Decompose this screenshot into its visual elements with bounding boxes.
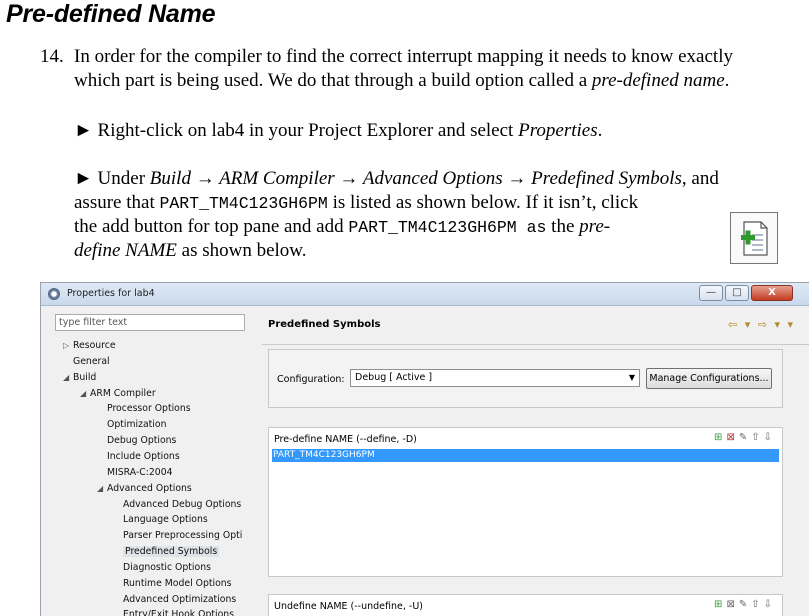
tree-item[interactable]: Advanced Optimizations: [123, 592, 236, 608]
tree-item-label: General: [73, 355, 110, 367]
edit-icon[interactable]: ✎: [739, 432, 751, 443]
tree-item[interactable]: ◢ Advanced Options: [97, 481, 192, 497]
manage-configurations-button[interactable]: Manage Configurations...: [646, 368, 772, 389]
tree-item-label: ARM Compiler: [90, 387, 156, 399]
tree-item-label: MISRA-C:2004: [107, 466, 173, 478]
close-button[interactable]: X: [751, 285, 793, 301]
tree-item-label: Entry/Exit Hook Options: [123, 609, 235, 616]
tree-item-label: Advanced Debug Options: [123, 498, 242, 510]
tree-item[interactable]: Parser Preprocessing Opti: [123, 528, 242, 544]
tree-item[interactable]: Include Options: [107, 449, 180, 465]
configuration-label: Configuration:: [277, 374, 345, 385]
configuration-value: Debug [ Active ]: [355, 372, 433, 383]
add-icon[interactable]: ⊞: [714, 432, 726, 443]
undefine-label: Undefine NAME (--undefine, -U): [274, 601, 423, 612]
filter-input[interactable]: type filter text: [55, 314, 245, 331]
tree-item-label: Resource: [73, 340, 116, 351]
edit-icon[interactable]: ✎: [739, 599, 751, 610]
maximize-button[interactable]: □: [725, 285, 749, 301]
tree-item-label: Optimization: [107, 419, 167, 431]
tree-item[interactable]: Advanced Debug Options: [123, 497, 241, 513]
tree-item-label: Build: [73, 371, 97, 383]
dialog-titlebar[interactable]: Properties for lab4 — □ X: [41, 283, 809, 306]
bullet-under-build-line-2: assure that PART_TM4C123GH6PM is listed …: [74, 192, 639, 213]
tree-item-label: Debug Options: [107, 435, 177, 447]
tree-item-label: Predefined Symbols: [123, 546, 220, 558]
tree-item[interactable]: General: [73, 354, 110, 370]
predefine-label: Pre-define NAME (--define, -D): [274, 434, 417, 445]
list-item[interactable]: PART_TM4C123GH6PM: [272, 449, 779, 462]
tree-item-label: Runtime Model Options: [123, 577, 232, 589]
tree-item[interactable]: MISRA-C:2004: [107, 465, 173, 481]
properties-dialog: Properties for lab4 — □ X type filter te…: [40, 282, 809, 616]
bullet-under-build-line-4: define NAME as shown below.: [74, 240, 307, 261]
tree-item-label: Advanced Options: [107, 482, 192, 494]
collapse-arrow-icon[interactable]: ◢: [63, 370, 73, 386]
tree-item-label: Include Options: [107, 450, 180, 462]
paragraph-line-1: In order for the compiler to find the co…: [74, 46, 733, 67]
predefine-panel: Pre-define NAME (--define, -D) ⊞⊠✎⇧⇩ PAR…: [268, 427, 783, 577]
delete-icon[interactable]: ⊠: [726, 599, 738, 610]
bullet-right-click: ► Right-click on lab4 in your Project Ex…: [74, 120, 603, 141]
tree-item-label: Parser Preprocessing Opti: [123, 530, 243, 542]
configuration-group: Configuration: Debug [ Active ] ▼ Manage…: [268, 349, 783, 408]
tree-item[interactable]: Entry/Exit Hook Options: [123, 607, 234, 616]
tree-item[interactable]: Processor Options: [107, 401, 191, 417]
add-document-icon: [730, 212, 778, 264]
configuration-select[interactable]: Debug [ Active ] ▼: [350, 369, 640, 387]
tree-item-label: Advanced Optimizations: [123, 593, 237, 605]
step-number: 14.: [40, 46, 64, 67]
minimize-button[interactable]: —: [699, 285, 723, 301]
properties-gear-icon: [48, 288, 60, 300]
move-up-icon[interactable]: ⇧: [751, 432, 763, 443]
section-heading: Pre-defined Name: [6, 0, 216, 28]
tree-item[interactable]: ◢ ARM Compiler: [80, 386, 156, 402]
divider: [262, 344, 809, 345]
chevron-down-icon: ▼: [628, 373, 635, 382]
tree-item[interactable]: ▷ Resource: [63, 338, 116, 354]
property-page: Predefined Symbols ⇦ ▾ ⇨ ▾ ▾ Configurati…: [262, 309, 809, 616]
predefine-toolbar: ⊞⊠✎⇧⇩: [714, 432, 776, 443]
page-title: Predefined Symbols: [268, 319, 381, 330]
tree-item-label: Diagnostic Options: [123, 561, 211, 573]
tree-item[interactable]: ◢ Build: [63, 370, 96, 386]
tree-item[interactable]: Runtime Model Options: [123, 576, 232, 592]
collapse-arrow-icon[interactable]: ◢: [97, 481, 107, 497]
add-icon[interactable]: ⊞: [714, 599, 726, 610]
navigation-arrows[interactable]: ⇦ ▾ ⇨ ▾ ▾: [728, 318, 795, 331]
dialog-title: Properties for lab4: [67, 288, 155, 299]
move-down-icon[interactable]: ⇩: [764, 432, 776, 443]
move-up-icon[interactable]: ⇧: [751, 599, 763, 610]
collapse-arrow-icon[interactable]: ◢: [80, 386, 90, 402]
undefine-toolbar: ⊞⊠✎⇧⇩: [714, 599, 776, 610]
delete-icon[interactable]: ⊠: [726, 432, 738, 443]
bullet-under-build-line-3: the add button for top pane and add PART…: [74, 216, 611, 237]
tree-item[interactable]: Language Options: [123, 512, 208, 528]
expand-arrow-icon[interactable]: ▷: [63, 338, 73, 354]
tree-item-label: Language Options: [123, 514, 208, 526]
paragraph-line-2: which part is being used. We do that thr…: [74, 70, 730, 91]
tree-item[interactable]: Predefined Symbols: [123, 544, 220, 560]
tree-item[interactable]: Optimization: [107, 417, 166, 433]
bullet-under-build-line-1: ► Under Build → ARM Compiler → Advanced …: [74, 168, 719, 189]
tree-item[interactable]: Debug Options: [107, 433, 176, 449]
tree-item[interactable]: Diagnostic Options: [123, 560, 211, 576]
move-down-icon[interactable]: ⇩: [764, 599, 776, 610]
undefine-panel: Undefine NAME (--undefine, -U) ⊞⊠✎⇧⇩: [268, 594, 783, 616]
tree-item-label: Processor Options: [107, 403, 191, 415]
